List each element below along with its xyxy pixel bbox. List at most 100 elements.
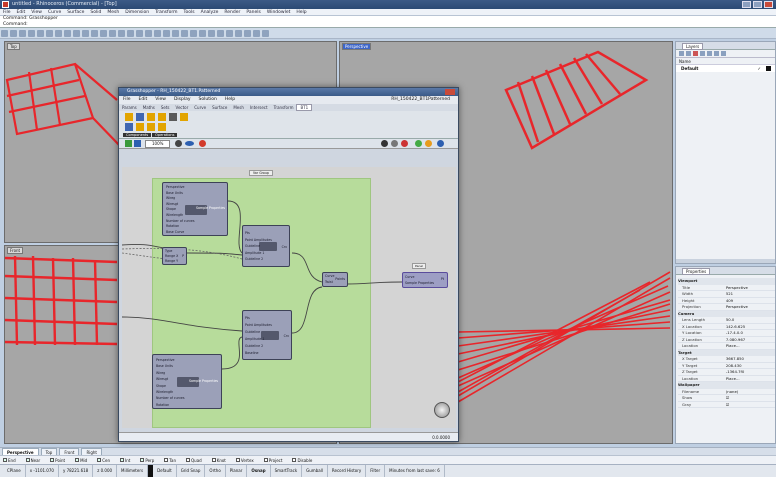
toolbar-tool-icon[interactable] <box>1 30 8 37</box>
component-icon[interactable] <box>147 113 155 121</box>
property-value[interactable]: 7.080.967 <box>726 337 775 343</box>
component-input[interactable]: Twist <box>325 280 334 286</box>
menu-item-view[interactable]: View <box>28 9 45 16</box>
toolbar-tool-icon[interactable] <box>46 30 53 37</box>
osnap-near[interactable]: Near <box>25 458 46 463</box>
ribbon-group-components[interactable]: Components <box>123 133 152 137</box>
minimize-button[interactable] <box>742 1 751 8</box>
menu-item-panels[interactable]: Panels <box>243 9 263 16</box>
osnap-checkbox-icon[interactable] <box>186 458 191 462</box>
preview-mode-icon[interactable] <box>381 140 388 147</box>
osnap-end[interactable]: End <box>3 458 21 463</box>
preview-mode-icon[interactable] <box>437 140 444 147</box>
status-item[interactable]: SmartTrack <box>271 465 303 477</box>
component-input[interactable]: Point Amplitudes <box>245 322 272 329</box>
status-item[interactable]: Planar <box>226 465 248 477</box>
menu-item-file[interactable]: File <box>0 9 14 16</box>
toolbar-tool-icon[interactable] <box>226 30 233 37</box>
gh-menu-file[interactable]: File <box>119 97 135 102</box>
status-item[interactable]: Filter <box>366 465 386 477</box>
filter-icon[interactable] <box>714 51 719 56</box>
osnap-point[interactable]: Point <box>50 458 70 463</box>
osnap-int[interactable]: Int <box>120 458 135 463</box>
gh-tab-surface[interactable]: Surface <box>209 105 230 110</box>
toolbar-tool-icon[interactable] <box>217 30 224 37</box>
new-sublayer-icon[interactable] <box>686 51 691 56</box>
toolbar-tool-icon[interactable] <box>145 30 152 37</box>
component-input[interactable]: Rotation <box>156 402 185 408</box>
osnap-quad[interactable]: Quad <box>186 458 207 463</box>
osnap-vertex[interactable]: Vertex <box>235 458 259 463</box>
new-layer-icon[interactable] <box>679 51 684 56</box>
bake-icon[interactable] <box>199 140 206 147</box>
osnap-checkbox-icon[interactable] <box>263 458 268 462</box>
osnap-checkbox-icon[interactable] <box>211 458 216 462</box>
toolbar-tool-icon[interactable] <box>154 30 161 37</box>
osnap-cen[interactable]: Cen <box>97 458 115 463</box>
component-input[interactable]: Range Y <box>165 259 178 264</box>
toolbar-tool-icon[interactable] <box>64 30 71 37</box>
osnap-checkbox-icon[interactable] <box>164 458 169 462</box>
toolbar-tool-icon[interactable] <box>82 30 89 37</box>
ribbon-group-operations[interactable]: Operations <box>152 133 178 137</box>
gh-component-sample-properties-2[interactable]: Perspective Base Units Wireg Wiresgt Shape Wi… <box>152 354 222 409</box>
gh-component-divide-curve[interactable]: Curve Twist Points <box>322 272 348 287</box>
osnap-checkbox-icon[interactable] <box>120 458 125 462</box>
osnap-project[interactable]: Project <box>263 458 288 463</box>
component-input[interactable]: Number of curves <box>156 395 185 401</box>
component-input[interactable]: Guideline <box>245 243 272 250</box>
property-value[interactable]: -17.4.0.0 <box>726 330 775 336</box>
preview-mode-icon[interactable] <box>391 140 398 147</box>
toolbar-tool-icon[interactable] <box>172 30 179 37</box>
properties-tab[interactable]: Properties <box>682 268 711 275</box>
status-item[interactable]: Grid Snap <box>177 465 206 477</box>
property-value[interactable]: 50.0 <box>726 317 775 323</box>
gh-component-evaluate[interactable]: Curve Sample Properties Pt <box>402 272 448 288</box>
close-button[interactable] <box>764 1 773 8</box>
component-input[interactable]: Guideline 2 <box>245 343 272 350</box>
component-icon[interactable] <box>169 113 177 121</box>
property-value[interactable]: (none) <box>726 389 775 395</box>
move-down-icon[interactable] <box>707 51 712 56</box>
property-value[interactable]: ☑ <box>726 395 775 401</box>
gh-menu-view[interactable]: View <box>151 97 170 102</box>
gh-canvas[interactable]: Var Group Perspective Base Units Wireg Wire… <box>122 167 456 428</box>
status-item[interactable]: Osnap <box>247 465 271 477</box>
toolbar-tool-icon[interactable] <box>208 30 215 37</box>
status-item[interactable]: Record History <box>328 465 367 477</box>
menu-item-dimension[interactable]: Dimension <box>122 9 152 16</box>
component-icon[interactable] <box>147 123 155 131</box>
component-icon[interactable] <box>125 113 133 121</box>
preview-mode-icon[interactable] <box>401 140 408 147</box>
menu-item-windowlet[interactable]: Windowlet <box>264 9 294 16</box>
menu-item-help[interactable]: Help <box>293 9 309 16</box>
status-item[interactable]: Ortho <box>205 465 226 477</box>
menu-item-edit[interactable]: Edit <box>14 9 29 16</box>
component-icon[interactable] <box>158 123 166 131</box>
osnap-checkbox-icon[interactable] <box>97 458 102 462</box>
menu-item-curve[interactable]: Curve <box>45 9 64 16</box>
osnap-checkbox-icon[interactable] <box>25 458 30 462</box>
layers-scrollbar[interactable] <box>676 259 775 263</box>
component-icon[interactable] <box>180 113 188 121</box>
property-value[interactable]: 208.430 <box>726 363 775 369</box>
toolbar-tool-icon[interactable] <box>91 30 98 37</box>
component-icon[interactable] <box>136 113 144 121</box>
gh-component-curve-b[interactable]: Pts Point Amplitudes Guideline Amplitude 1G… <box>242 310 292 360</box>
toolbar-tool-icon[interactable] <box>235 30 242 37</box>
gh-tab-curve[interactable]: Curve <box>191 105 209 110</box>
toolbar-tool-icon[interactable] <box>163 30 170 37</box>
property-value[interactable]: Perspective <box>726 304 775 310</box>
status-item[interactable]: Millimeters <box>117 465 149 477</box>
component-input[interactable]: Amplitude 1 <box>245 250 272 257</box>
gh-menu-solution[interactable]: Solution <box>195 97 221 102</box>
toolbar-tool-icon[interactable] <box>253 30 260 37</box>
osnap-perp[interactable]: Perp <box>140 458 159 463</box>
gh-component-curve-a[interactable]: Pts Point Amplitudes Guideline Amplitude 1G… <box>242 225 290 267</box>
save-file-icon[interactable] <box>134 140 141 147</box>
toolbar-tool-icon[interactable] <box>181 30 188 37</box>
preview-mode-icon[interactable] <box>425 140 432 147</box>
toolbar-tool-icon[interactable] <box>244 30 251 37</box>
layers-tab[interactable]: Layers <box>682 43 704 50</box>
menu-item-analyze[interactable]: Analyze <box>198 9 222 16</box>
